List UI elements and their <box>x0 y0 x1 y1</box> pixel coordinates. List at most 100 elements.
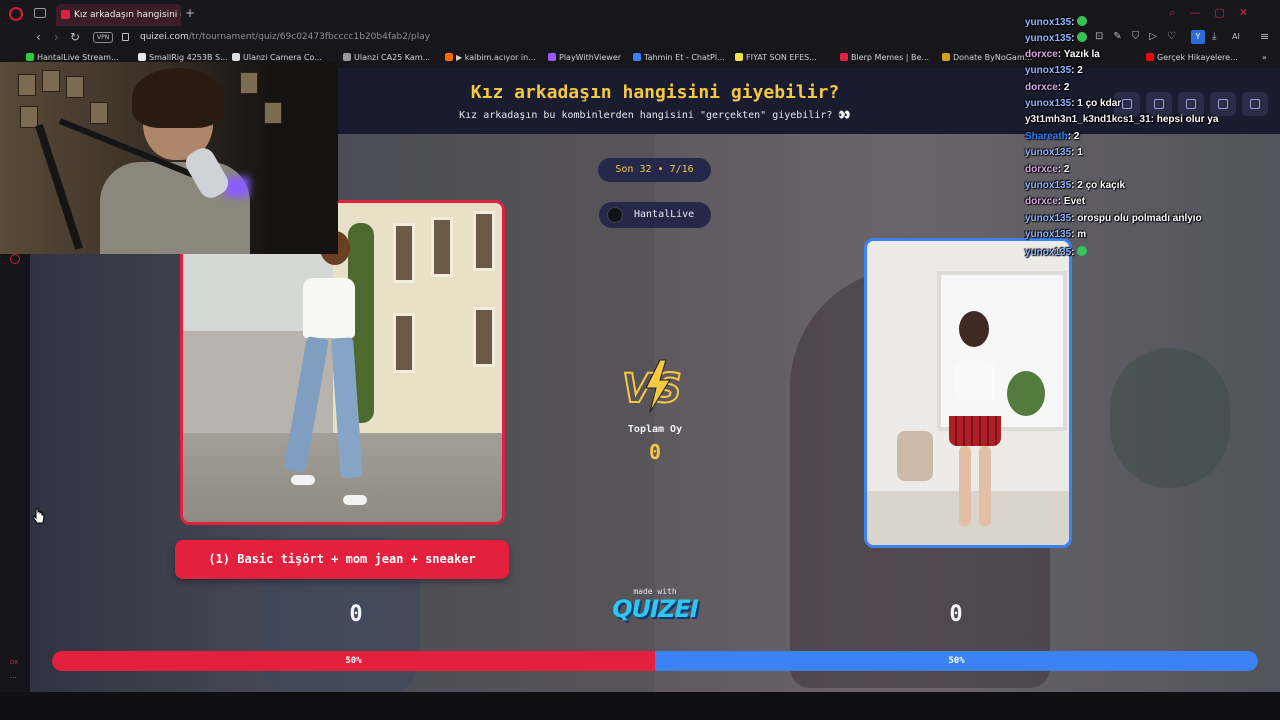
photo-sneaker <box>343 495 367 505</box>
bookmark-favicon-icon <box>548 53 556 61</box>
chat-username[interactable]: yunox135 <box>1025 33 1071 44</box>
chat-emote-icon <box>1077 32 1088 43</box>
webcam-streamer-body <box>100 162 250 254</box>
webcam-purple-light <box>225 177 249 197</box>
bookmark-item[interactable]: Blerp Memes | Be... <box>840 53 929 62</box>
photo-leg <box>979 446 991 526</box>
photo-person-head <box>959 311 989 347</box>
chat-emote-icon <box>1077 245 1088 256</box>
quizei-favicon-icon <box>61 10 70 19</box>
photo-sneaker <box>291 475 315 485</box>
bookmark-item[interactable]: HantalLive Stream... <box>26 53 119 62</box>
photo-window <box>431 217 453 277</box>
chat-username[interactable]: yunox135 <box>1025 247 1071 258</box>
chat-username[interactable]: dorxce <box>1025 82 1058 93</box>
chat-text: orospu olu polmadı anlyıo <box>1077 212 1202 224</box>
right-percent-label: 50% <box>948 656 965 666</box>
forward-icon[interactable]: › <box>54 30 59 44</box>
vote-share-bar: 50% 50% <box>52 651 1258 671</box>
bookmark-favicon-icon <box>138 53 146 61</box>
chat-username[interactable]: yunox135 <box>1025 180 1071 191</box>
chat-text: 2 <box>1077 65 1083 77</box>
bookmark-item[interactable]: SmallRig 4253B S... <box>138 53 228 62</box>
chat-message: yunox135: 1 <box>1025 147 1083 158</box>
sidebar-bottom-label[interactable]: ox <box>10 658 18 666</box>
url-path: /tr/tournament/quiz/69c02473fbcccc1b20b4… <box>188 32 431 42</box>
chat-text: m <box>1077 229 1087 241</box>
webcam-poster <box>240 72 258 94</box>
chat-username[interactable]: yunox135 <box>1025 17 1071 28</box>
chat-message: yunox135: 1 ço kdar <box>1025 98 1121 109</box>
chat-text: 2 <box>1063 163 1070 175</box>
bookmark-item[interactable]: FIYAT SON EFES... <box>735 53 817 62</box>
chat-username[interactable]: yunox135 <box>1025 147 1071 158</box>
bookmark-item[interactable]: Ulanzi Camera Co... <box>232 53 322 62</box>
left-score: 0 <box>349 602 363 627</box>
tab-title: Kız arkadaşın hangisini giy <box>74 10 181 20</box>
chat-text: 1 ço kdar <box>1077 98 1122 109</box>
chat-username[interactable]: yunox135 <box>1025 98 1071 109</box>
photo-window <box>937 271 1067 431</box>
stream-chat-overlay: yunox135: yunox135: dorxce: Yazık la yuno… <box>1025 16 1275 266</box>
webcam-streamer-hair <box>132 68 224 128</box>
option-right-card[interactable] <box>864 238 1072 548</box>
new-tab-button[interactable]: + <box>185 6 195 20</box>
chat-username[interactable]: dorxce <box>1025 49 1058 60</box>
bookmark-label: SmallRig 4253B S... <box>149 53 228 62</box>
chat-text: Yazık la <box>1063 48 1100 60</box>
url-domain: quizei.com <box>140 32 189 42</box>
bookmark-item[interactable]: Tahmin Et - ChatPl... <box>633 53 725 62</box>
chat-message: dorxce: 2 <box>1025 164 1069 175</box>
bookmark-label: HantalLive Stream... <box>37 53 119 62</box>
chat-username[interactable]: yunox135 <box>1025 229 1071 240</box>
bookmark-item[interactable]: Ulanzi CA25 Kam... <box>343 53 430 62</box>
chat-username[interactable]: dorxce <box>1025 164 1058 175</box>
chat-text: 1 <box>1077 147 1083 159</box>
chat-username[interactable]: y3t1mh3n1_k3nd1kcs1_31 <box>1025 114 1151 125</box>
total-votes-label: Toplam Oy <box>627 424 683 435</box>
webcam-poster <box>20 106 38 128</box>
webcam-poster <box>18 74 36 96</box>
screen: Kız arkadaşın hangisini giy + ⌕—▢✕ ‹ › ↻… <box>0 0 1280 720</box>
chat-username[interactable]: dorxce <box>1025 196 1058 207</box>
sidebar-more-icon[interactable]: ··· <box>10 674 17 682</box>
option-left-label[interactable]: (1) Basic tişört + mom jean + sneaker <box>175 540 509 579</box>
photo-window <box>473 307 495 367</box>
bookmark-item[interactable]: ▶ kalbim.acıyor in... <box>445 53 536 62</box>
taskbar-strip <box>0 692 1280 720</box>
reload-icon[interactable]: ↻ <box>70 30 80 44</box>
chat-username[interactable]: yunox135 <box>1025 65 1071 76</box>
bookmark-item[interactable]: PlayWithViewer <box>548 53 621 62</box>
chat-message: yunox135: <box>1025 32 1088 44</box>
host-badge[interactable]: HantalLive <box>599 202 711 228</box>
chat-message: yunox135: m <box>1025 229 1086 240</box>
bookmark-label: Ulanzi CA25 Kam... <box>354 53 431 62</box>
chat-text: 2 <box>1063 81 1070 93</box>
url-field[interactable]: quizei.com/tr/tournament/quiz/69c02473fb… <box>140 32 430 42</box>
host-name: HantalLive <box>634 209 695 220</box>
bookmark-label: Tahmin Et - ChatPl... <box>644 53 725 62</box>
back-icon[interactable]: ‹ <box>36 30 41 44</box>
browser-tab-active[interactable]: Kız arkadaşın hangisini giy <box>56 4 181 26</box>
sidebar-settings-icon[interactable] <box>10 254 20 264</box>
streamer-webcam <box>0 62 338 254</box>
chat-message: dorxce: 2 <box>1025 82 1069 93</box>
chat-text: 2 <box>1073 130 1080 142</box>
chat-emote-icon <box>1077 16 1088 26</box>
bookmark-label: Donate ByNoGam... <box>953 53 1033 62</box>
round-indicator: Son 32 • 7/16 <box>598 158 711 182</box>
quizei-logo[interactable]: QUIZEI <box>605 595 705 623</box>
lock-icon[interactable] <box>122 33 129 41</box>
photo-window <box>393 223 415 283</box>
photo-plant <box>1007 371 1045 416</box>
browser-logo-icon[interactable] <box>9 7 23 21</box>
chat-message: dorxce: Yazık la <box>1025 49 1100 60</box>
vs-lightning-icon: VS <box>621 359 683 413</box>
host-avatar <box>607 207 623 223</box>
vpn-badge[interactable]: VPN <box>93 32 114 43</box>
bookmark-item[interactable]: Donate ByNoGam... <box>942 53 1032 62</box>
chat-username[interactable]: Shareath <box>1025 131 1068 142</box>
chat-username[interactable]: yunox135 <box>1025 213 1071 224</box>
chat-message: yunox135: orospu olu polmadı anlyıo <box>1025 213 1202 224</box>
tab-manager-icon[interactable] <box>34 8 46 18</box>
